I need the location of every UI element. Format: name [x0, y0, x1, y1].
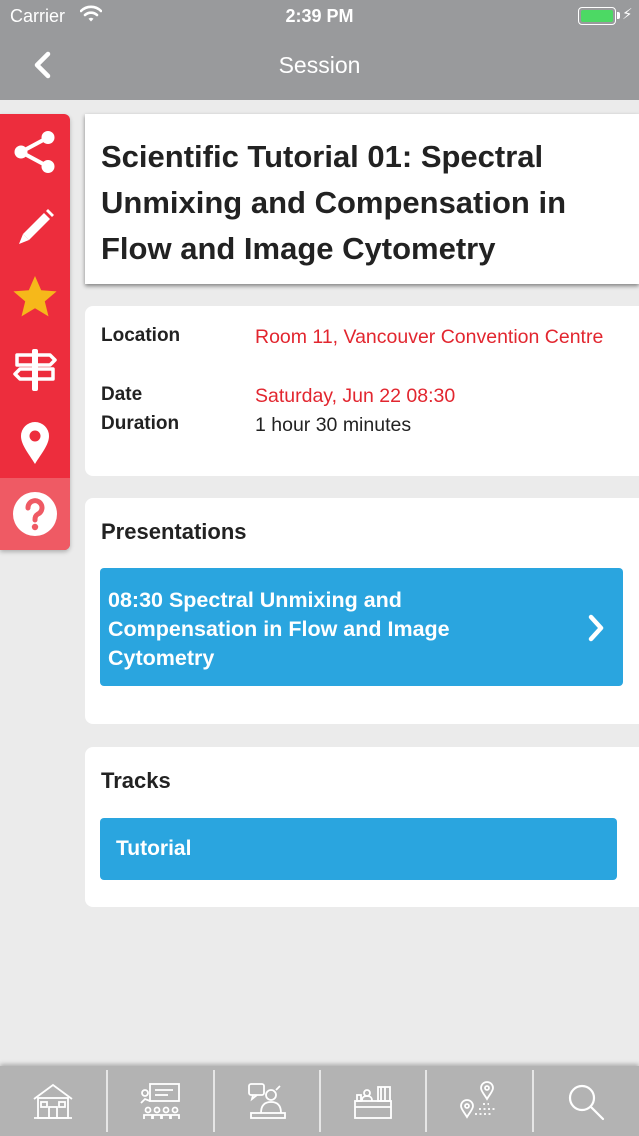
question-icon: [13, 492, 57, 536]
venue-map-icon: [460, 1081, 495, 1119]
duration-value: 1 hour 30 minutes: [255, 414, 412, 436]
session-title: Scientific Tutorial 01: Spectral Unmixin…: [101, 139, 567, 266]
carrier-label: Carrier: [10, 6, 66, 26]
tab-program[interactable]: [107, 1066, 213, 1136]
exhibitor-booth-icon: [354, 1086, 392, 1119]
charging-bolt-icon: ⚡: [622, 6, 633, 23]
status-bar: Carrier 2:39 PM ⚡: [0, 0, 639, 34]
home-icon: [33, 1083, 73, 1119]
action-rail: [0, 114, 70, 550]
signpost-icon: [13, 349, 57, 391]
wifi-icon: [79, 4, 103, 29]
tab-home[interactable]: [0, 1066, 106, 1136]
location-value[interactable]: Room 11, Vancouver Convention Centre: [255, 322, 615, 352]
duration-label: Duration: [101, 413, 180, 434]
location-label: Location: [101, 325, 181, 346]
presentation-item[interactable]: 08:30 Spectral Unmixing and Compensation…: [100, 568, 623, 686]
directions-button[interactable]: [0, 334, 70, 406]
speaker-icon: [248, 1083, 286, 1119]
pencil-icon: [19, 209, 54, 244]
location-button[interactable]: [0, 406, 70, 478]
session-title-card: Scientific Tutorial 01: Spectral Unmixin…: [85, 114, 639, 284]
back-button[interactable]: [26, 46, 62, 86]
presentation-title: 08:30 Spectral Unmixing and Compensation…: [108, 588, 450, 670]
note-button[interactable]: [0, 190, 70, 262]
tracks-heading: Tracks: [101, 768, 171, 793]
battery-nub: [617, 12, 620, 19]
tab-exhibitors[interactable]: [320, 1066, 426, 1136]
tab-bar: [0, 1066, 639, 1136]
session-details-card: Location Room 11, Vancouver Convention C…: [85, 306, 639, 476]
tracks-card: Tracks Tutorial: [85, 747, 639, 907]
share-icon: [14, 131, 55, 173]
share-button[interactable]: [0, 116, 70, 188]
favorite-button[interactable]: [0, 261, 70, 333]
presentation-icon: [140, 1083, 180, 1119]
battery-icon: [578, 7, 616, 25]
star-icon: [13, 276, 57, 317]
date-label: Date: [101, 384, 143, 405]
tab-speakers[interactable]: [214, 1066, 320, 1136]
presentations-card: Presentations 08:30 Spectral Unmixing an…: [85, 498, 639, 724]
navigation-bar: Carrier 2:39 PM ⚡ Session: [0, 0, 639, 100]
chevron-right-icon: [588, 614, 604, 642]
search-icon: [568, 1084, 605, 1121]
track-item[interactable]: Tutorial: [100, 818, 617, 880]
date-value[interactable]: Saturday, Jun 22 08:30: [255, 381, 455, 411]
map-pin-icon: [21, 422, 49, 464]
page-title: Session: [278, 52, 361, 78]
tab-search[interactable]: [533, 1066, 639, 1136]
help-button[interactable]: [0, 478, 70, 550]
chevron-left-icon: [34, 51, 51, 79]
presentations-heading: Presentations: [101, 519, 247, 544]
tab-venue[interactable]: [426, 1066, 532, 1136]
